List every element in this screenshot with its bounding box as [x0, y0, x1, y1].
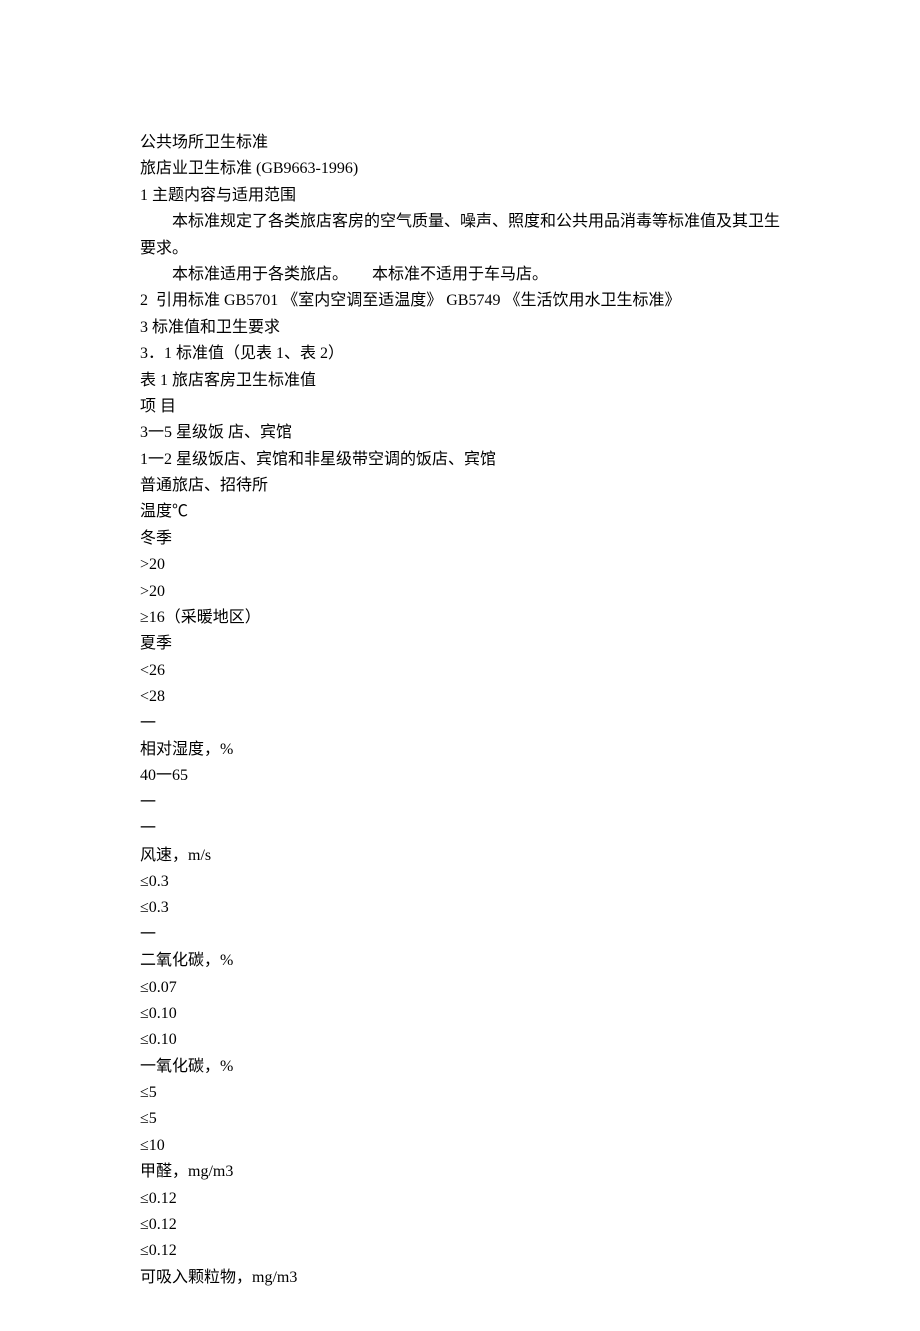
- temperature-label: 温度℃: [140, 499, 780, 525]
- title-sub: 旅店业卫生标准 (GB9663-1996): [140, 156, 780, 182]
- humidity-label: 相对湿度，%: [140, 737, 780, 763]
- title-main: 公共场所卫生标准: [140, 130, 780, 156]
- section-1-paragraph: 本标准适用于各类旅店。 本标准不适用于车马店。: [140, 262, 780, 288]
- section-1-paragraph: 本标准规定了各类旅店客房的空气质量、噪声、照度和公共用品消毒等标准值及其卫生要求…: [140, 209, 780, 262]
- data-value: ≤0.10: [140, 1027, 780, 1053]
- data-value: ≤0.07: [140, 975, 780, 1001]
- section-1-heading: 1 主题内容与适用范围: [140, 183, 780, 209]
- data-value: ≤0.12: [140, 1212, 780, 1238]
- data-value: <26: [140, 658, 780, 684]
- section-3-1: 3．1 标准值（见表 1、表 2）: [140, 341, 780, 367]
- column-header: 3一5 星级饭 店、宾馆: [140, 420, 780, 446]
- data-value: ≤0.3: [140, 895, 780, 921]
- data-value: 40一65: [140, 763, 780, 789]
- winter-label: 冬季: [140, 526, 780, 552]
- data-value: ≤0.10: [140, 1001, 780, 1027]
- hcho-label: 甲醛，mg/m3: [140, 1159, 780, 1185]
- item-label: 项 目: [140, 394, 780, 420]
- data-value: ≤0.12: [140, 1238, 780, 1264]
- co2-label: 二氧化碳，%: [140, 948, 780, 974]
- co-label: 一氧化碳，%: [140, 1054, 780, 1080]
- data-value: ≤0.3: [140, 869, 780, 895]
- data-value: ≤5: [140, 1080, 780, 1106]
- column-header: 普通旅店、招待所: [140, 473, 780, 499]
- section-3-heading: 3 标准值和卫生要求: [140, 315, 780, 341]
- data-value: 一: [140, 790, 780, 816]
- pm-label: 可吸入颗粒物，mg/m3: [140, 1265, 780, 1291]
- data-value: ≤0.12: [140, 1186, 780, 1212]
- data-value: <28: [140, 684, 780, 710]
- data-value: ≤10: [140, 1133, 780, 1159]
- data-value: ≤5: [140, 1106, 780, 1132]
- data-value: >20: [140, 579, 780, 605]
- data-value: 一: [140, 816, 780, 842]
- wind-label: 风速，m/s: [140, 843, 780, 869]
- document-page: 公共场所卫生标准 旅店业卫生标准 (GB9663-1996) 1 主题内容与适用…: [0, 0, 920, 1331]
- data-value: 一: [140, 711, 780, 737]
- data-value: 一: [140, 922, 780, 948]
- data-value: ≥16（采暖地区）: [140, 605, 780, 631]
- summer-label: 夏季: [140, 631, 780, 657]
- column-header: 1一2 星级饭店、宾馆和非星级带空调的饭店、宾馆: [140, 447, 780, 473]
- section-2-line: 2 引用标准 GB5701 《室内空调至适温度》 GB5749 《生活饮用水卫生…: [140, 288, 780, 314]
- table-1-title: 表 1 旅店客房卫生标准值: [140, 368, 780, 394]
- data-value: >20: [140, 552, 780, 578]
